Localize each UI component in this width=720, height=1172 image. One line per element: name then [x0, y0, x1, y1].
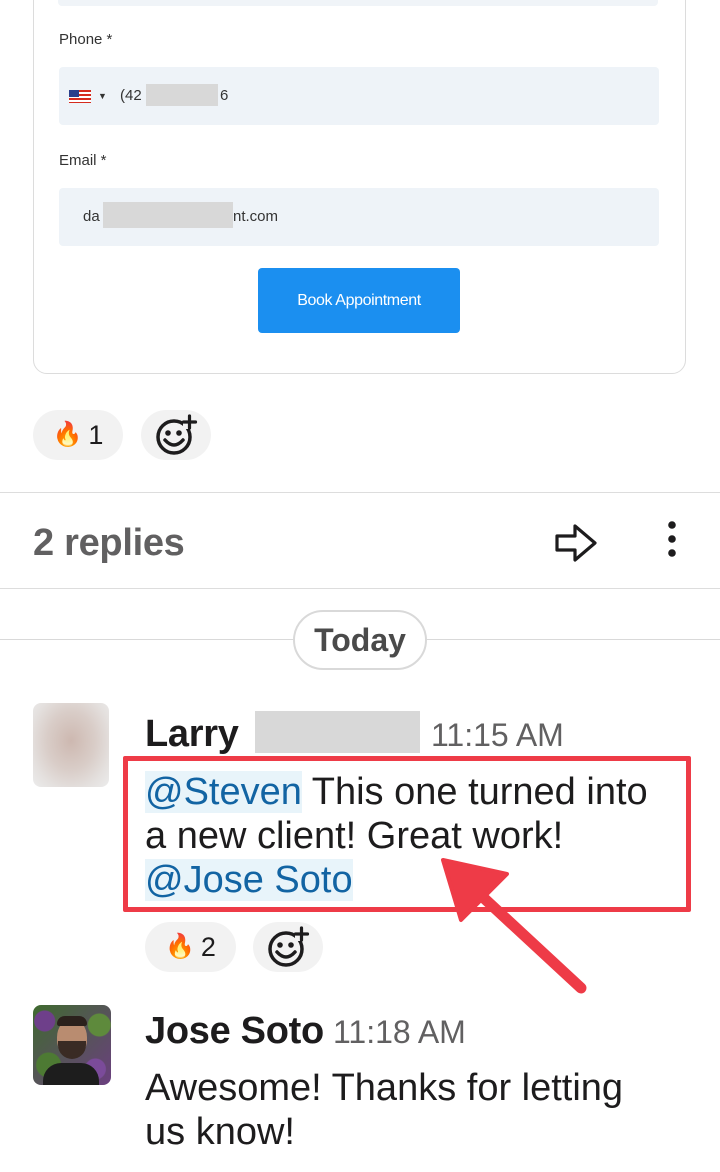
add-reaction-icon	[156, 414, 198, 455]
share-arrow-icon[interactable]	[553, 520, 599, 566]
reaction-count: 1	[88, 419, 104, 450]
sender-name[interactable]: Jose Soto	[145, 1010, 324, 1053]
fire-emoji-icon: 🔥	[52, 421, 83, 448]
add-reaction-button[interactable]	[253, 922, 323, 972]
divider	[0, 588, 720, 589]
replies-count: 2 replies	[33, 522, 185, 564]
redacted-block	[146, 84, 218, 106]
date-divider[interactable]: Today	[293, 610, 427, 670]
fire-emoji-icon: 🔥	[165, 933, 195, 960]
email-value-start: da	[83, 208, 100, 225]
email-label: Email *	[59, 152, 107, 169]
reaction-fire[interactable]: 🔥 2	[145, 922, 236, 972]
add-reaction-icon	[268, 926, 310, 967]
reaction-count: 2	[200, 931, 216, 962]
book-appointment-button[interactable]: Book Appointment	[258, 268, 460, 333]
caret-down-icon[interactable]: ▼	[98, 91, 107, 101]
us-flag-icon[interactable]	[69, 90, 91, 103]
message-text: us know!	[145, 1111, 295, 1153]
message-text: Awesome! Thanks for letting	[145, 1067, 624, 1109]
phone-value-start: (42	[120, 87, 142, 104]
sender-name[interactable]: Larry	[145, 713, 239, 756]
phone-label: Phone *	[59, 31, 113, 48]
annotation-arrow-icon	[425, 850, 595, 1000]
redacted-block	[255, 711, 420, 753]
avatar[interactable]	[33, 703, 109, 787]
divider	[0, 492, 720, 493]
phone-value-end: 6	[220, 87, 229, 104]
email-field[interactable]: da nt.com	[59, 188, 659, 246]
message-timestamp[interactable]: 11:18 AM	[333, 1014, 466, 1051]
add-reaction-button[interactable]	[141, 410, 211, 460]
message-timestamp[interactable]: 11:15 AM	[431, 717, 564, 754]
email-value-end: nt.com	[233, 208, 279, 225]
reaction-fire[interactable]: 🔥 1	[33, 410, 123, 460]
redacted-block	[103, 202, 233, 228]
phone-field[interactable]: ▼ (42 6	[59, 67, 659, 125]
annotation-highlight-box	[123, 756, 691, 912]
more-options-icon[interactable]	[660, 518, 684, 562]
previous-field[interactable]	[58, 0, 658, 6]
avatar[interactable]	[33, 1005, 111, 1085]
